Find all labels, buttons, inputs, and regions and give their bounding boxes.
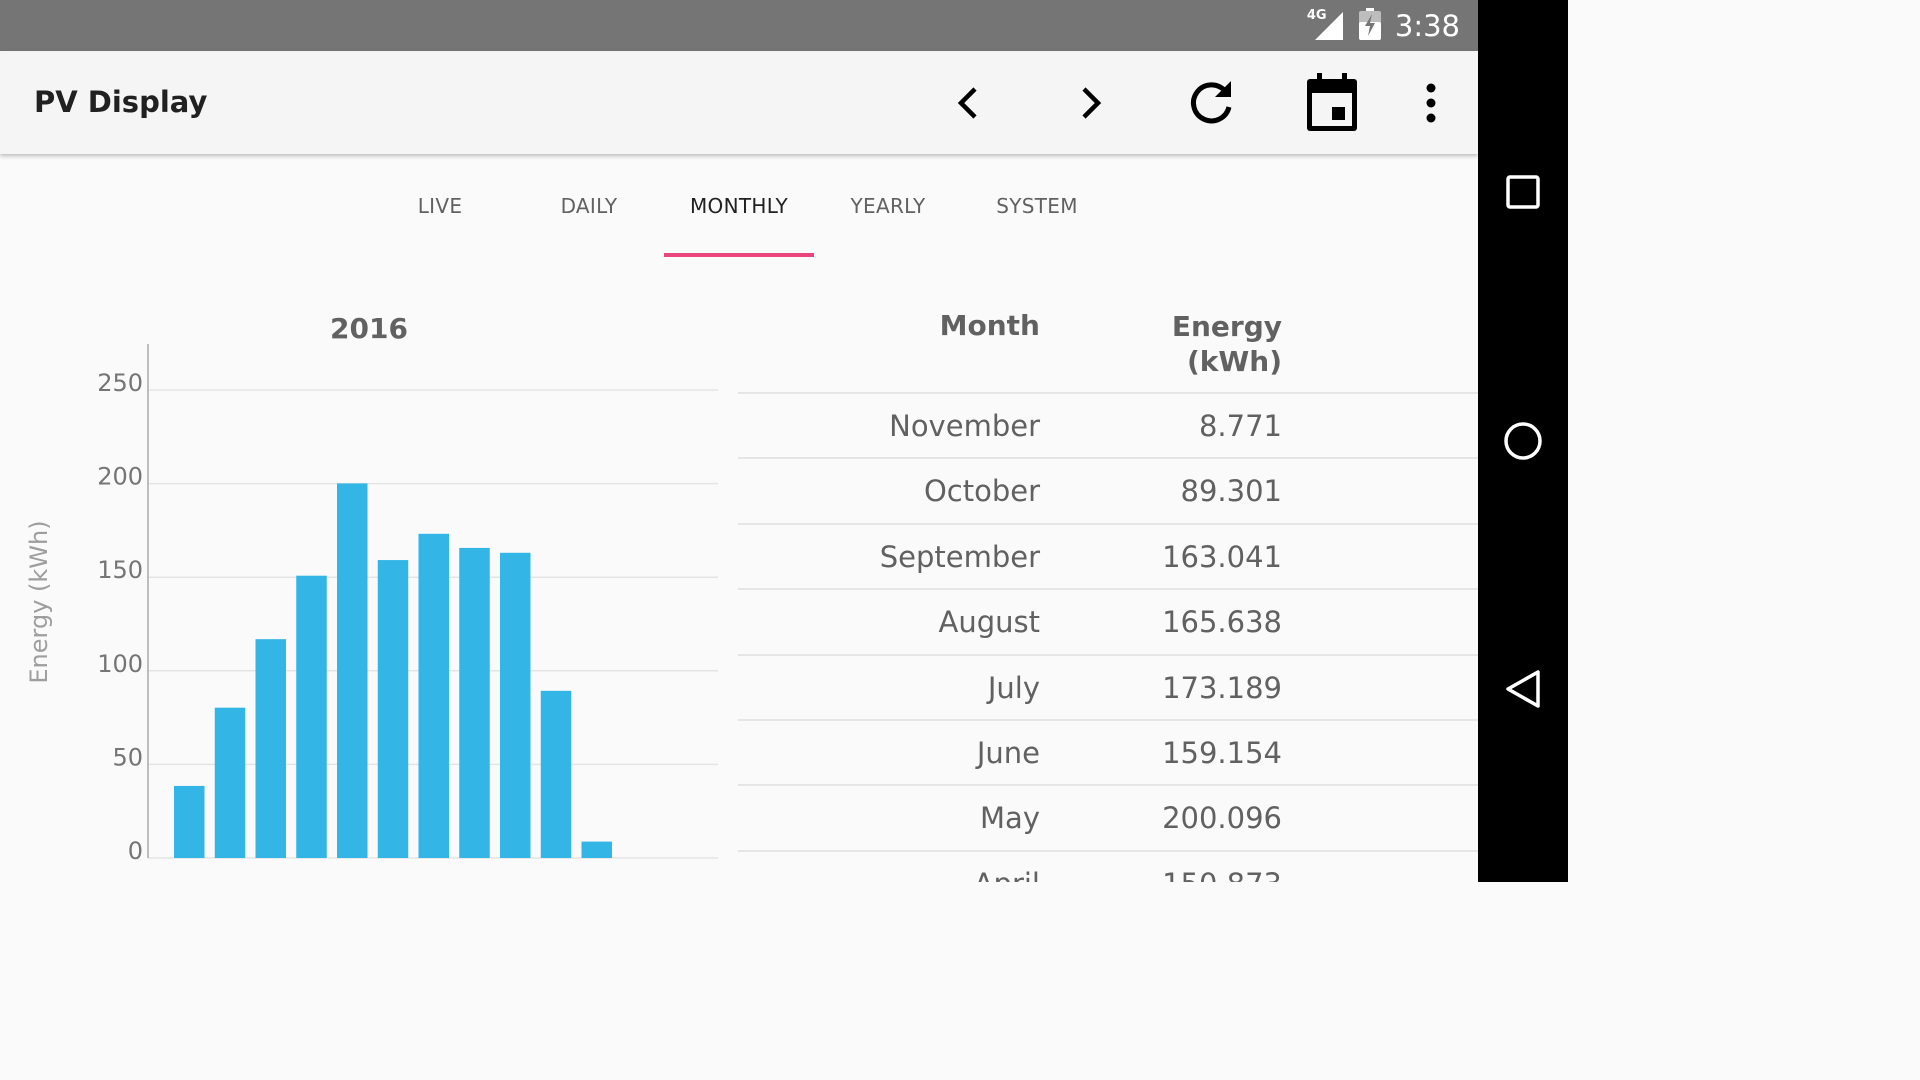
bar xyxy=(337,483,368,858)
energy-cell: 165.638 xyxy=(1162,605,1282,640)
energy-column-header: Energy (kWh) xyxy=(1040,309,1282,379)
home-circle-icon xyxy=(1504,422,1542,460)
y-tick-label: 50 xyxy=(112,743,143,771)
bar xyxy=(581,841,612,858)
month-cell: October xyxy=(923,474,1040,509)
month-column-header: Month xyxy=(939,309,1040,342)
bar xyxy=(459,547,490,858)
month-cell: July xyxy=(987,670,1040,705)
status-bar: 4G 3:38 xyxy=(0,0,1478,51)
bar xyxy=(255,639,286,858)
chevron-right-icon xyxy=(1082,86,1102,119)
energy-cell: 159.154 xyxy=(1162,736,1282,770)
bar xyxy=(418,533,449,858)
chevron-left-icon xyxy=(957,86,977,119)
energy-cell: 150.873 xyxy=(1040,852,1282,882)
month-cell: November xyxy=(889,409,1040,443)
month-cell: May xyxy=(980,801,1040,836)
back-button[interactable] xyxy=(1478,644,1568,734)
previous-button[interactable] xyxy=(924,51,1014,154)
energy-cell: 173.189 xyxy=(1162,670,1282,705)
tab-bar: LIVE DAILY MONTHLY YEARLY SYSTEM xyxy=(0,154,1478,257)
table-row: June 159.154 xyxy=(738,719,1478,786)
energy-cell: 89.301 xyxy=(1180,474,1282,509)
refresh-icon xyxy=(1191,80,1232,123)
month-cell: April xyxy=(738,852,1040,882)
energy-cell: 8.771 xyxy=(1198,409,1282,443)
app-title: PV Display xyxy=(34,85,208,119)
status-time: 3:38 xyxy=(1394,8,1460,43)
navigation-bar xyxy=(1478,0,1568,882)
tab-live[interactable]: LIVE xyxy=(365,154,515,257)
bar xyxy=(540,690,572,858)
bar xyxy=(500,552,531,858)
back-triangle-icon xyxy=(1506,670,1540,708)
chart-title: 2016 xyxy=(330,312,408,345)
table-row: August 165.638 xyxy=(738,588,1478,655)
y-tick-label: 200 xyxy=(97,463,143,491)
monthly-energy-chart: 0 50 100 150 200 250 2016 Energy (kWh) xyxy=(0,257,738,882)
month-cell: June xyxy=(976,736,1040,770)
next-button[interactable] xyxy=(1045,51,1135,154)
table-row: May 200.096 xyxy=(738,784,1478,851)
energy-header-line2: (kWh) xyxy=(1186,345,1282,378)
table-row: July 173.189 xyxy=(738,653,1478,721)
battery-icon xyxy=(1358,7,1381,44)
recents-button[interactable] xyxy=(1478,147,1568,237)
table-row: October 89.301 xyxy=(738,457,1478,524)
energy-header-line1: Energy xyxy=(1171,310,1282,343)
y-tick-label: 150 xyxy=(97,556,143,584)
bar xyxy=(377,560,409,858)
bar-chart: 0 50 100 150 200 250 2016 Energy (kWh) xyxy=(25,312,718,865)
more-vert-icon xyxy=(1426,83,1436,122)
month-cell: August xyxy=(938,605,1041,640)
tab-yearly[interactable]: YEARLY xyxy=(813,154,963,257)
refresh-button[interactable] xyxy=(1166,51,1256,154)
recents-square-icon xyxy=(1506,175,1540,209)
calendar-icon xyxy=(1307,72,1357,131)
table-row: November 8.771 xyxy=(738,392,1478,459)
home-button[interactable] xyxy=(1478,396,1568,486)
table-row: April150.873 xyxy=(738,849,1478,882)
y-tick-label: 100 xyxy=(97,650,143,678)
overflow-menu-button[interactable] xyxy=(1386,51,1476,154)
month-cell: September xyxy=(879,539,1040,574)
tab-system[interactable]: SYSTEM xyxy=(962,154,1112,257)
bar xyxy=(174,785,205,858)
y-axis-label: Energy (kWh) xyxy=(25,520,53,683)
screen: 4G 3:38 PV Display LIVE DAILY MONTHLY YE… xyxy=(0,0,1568,882)
y-tick-label: 0 xyxy=(128,837,143,865)
energy-cell: 163.041 xyxy=(1162,539,1282,574)
monthly-energy-table: Month Energy (kWh) November 8.771 October 8… xyxy=(738,257,1478,882)
table-row: September 163.041 xyxy=(738,522,1478,590)
y-tick-label: 250 xyxy=(97,369,143,397)
calendar-button[interactable] xyxy=(1287,51,1377,154)
signal-icon: 4G xyxy=(1305,7,1345,42)
energy-cell: 200.096 xyxy=(1162,801,1282,836)
tab-daily[interactable]: DAILY xyxy=(514,154,664,257)
bar xyxy=(214,707,246,858)
tab-monthly[interactable]: MONTHLY xyxy=(664,154,814,257)
network-type-label: 4G xyxy=(1306,7,1327,23)
status-icons: 4G 3:38 xyxy=(1305,0,1460,51)
bar xyxy=(296,575,327,858)
app-bar: PV Display xyxy=(0,51,1478,154)
